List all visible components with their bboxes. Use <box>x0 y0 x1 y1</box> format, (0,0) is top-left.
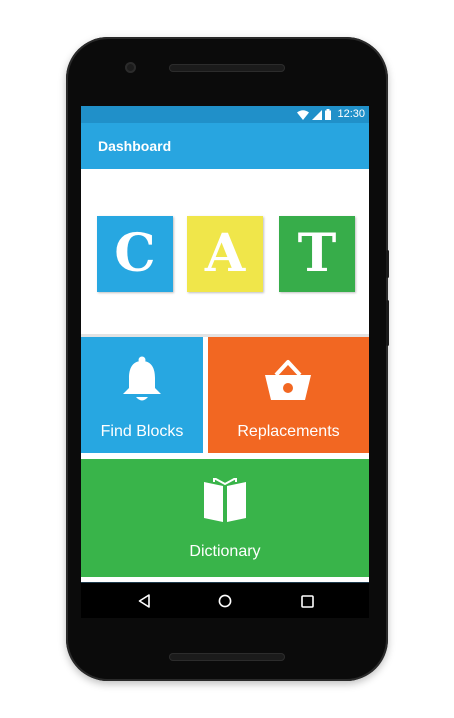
app-bar: Dashboard <box>81 123 369 169</box>
earpiece-speaker <box>169 64 285 72</box>
replacements-label: Replacements <box>237 423 340 440</box>
volume-button <box>386 300 389 346</box>
dictionary-label: Dictionary <box>189 543 261 560</box>
dictionary-tile[interactable]: Dictionary <box>81 459 369 577</box>
back-button[interactable] <box>135 592 153 610</box>
book-icon <box>204 478 246 522</box>
bottom-speaker <box>169 653 285 661</box>
front-camera <box>125 62 136 73</box>
status-time: 12:30 <box>337 108 365 120</box>
letter-block-a: A <box>187 216 263 292</box>
find-blocks-tile[interactable]: Find Blocks <box>81 337 203 453</box>
letter-block-t: T <box>279 216 355 292</box>
screen: 12:30 Dashboard C A T Find Blocks Replac… <box>81 106 369 618</box>
status-bar: 12:30 <box>81 106 369 123</box>
wifi-icon <box>297 109 310 120</box>
back-icon <box>138 594 150 608</box>
find-blocks-label: Find Blocks <box>100 423 184 440</box>
app-title: Dashboard <box>98 138 172 154</box>
replacements-tile[interactable]: Replacements <box>208 337 369 453</box>
home-icon <box>218 594 232 608</box>
hero-banner: C A T <box>81 169 369 334</box>
signal-icon <box>312 109 323 120</box>
recents-button[interactable] <box>298 592 316 610</box>
navigation-bar <box>81 582 369 618</box>
battery-icon <box>325 109 332 120</box>
home-button[interactable] <box>216 592 234 610</box>
recents-icon <box>300 594 314 608</box>
basket-icon <box>265 360 311 400</box>
bell-icon <box>123 356 161 401</box>
status-icons: 12:30 <box>297 108 365 121</box>
letter-block-c: C <box>97 216 173 292</box>
power-button <box>386 250 389 278</box>
